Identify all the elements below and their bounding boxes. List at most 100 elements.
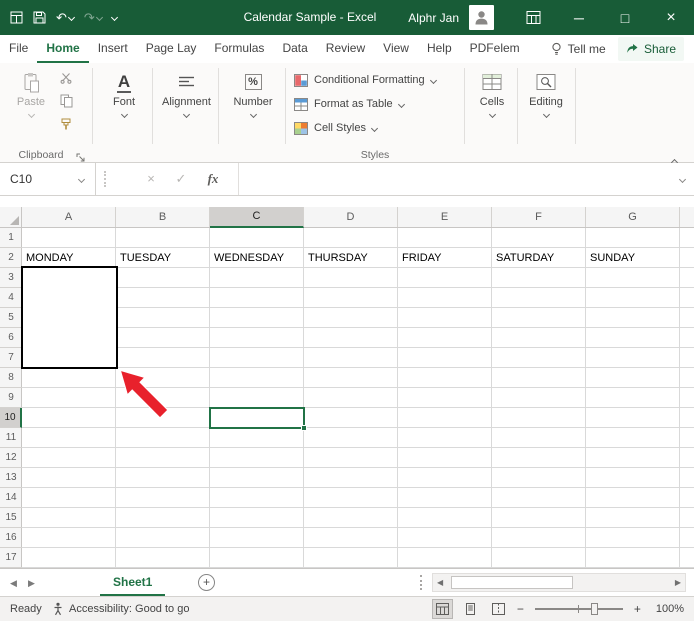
cancel-button[interactable]: × (142, 163, 160, 195)
row-header-7[interactable]: 7 (0, 348, 22, 368)
undo-dropdown-icon[interactable] (67, 13, 75, 22)
number-dropdown-icon[interactable] (249, 110, 257, 119)
row-header-8[interactable]: 8 (0, 368, 22, 388)
editing-group-button[interactable]: Editing (521, 68, 571, 119)
tab-data[interactable]: Data (273, 35, 316, 63)
column-header-e[interactable]: E (398, 207, 492, 227)
worksheet-cells[interactable]: MONDAY TUESDAY WEDNESDAY THURSDAY FRIDAY… (21, 228, 694, 568)
avatar[interactable] (469, 5, 494, 30)
active-cell-c10[interactable] (209, 407, 307, 431)
cell-c2-wednesday[interactable]: WEDNESDAY (210, 248, 284, 268)
alignment-group-button[interactable]: Alignment (156, 68, 217, 119)
format-painter-button[interactable] (56, 115, 76, 133)
row-header-4[interactable]: 4 (0, 288, 22, 308)
column-header-a[interactable]: A (22, 207, 116, 227)
scroll-right-icon[interactable]: ▶ (675, 578, 681, 587)
undo-button[interactable]: ↶ (56, 0, 75, 35)
cell-styles-button[interactable]: Cell Styles (294, 117, 379, 139)
add-sheet-button[interactable]: + (198, 574, 215, 591)
row-header-1[interactable]: 1 (0, 228, 22, 248)
conditional-formatting-dropdown-icon[interactable] (429, 76, 437, 84)
sheet-tab-sheet1[interactable]: Sheet1 (100, 570, 166, 596)
cell-a2-monday[interactable]: MONDAY (22, 248, 73, 268)
page-break-view-button[interactable] (489, 600, 508, 618)
cell-styles-dropdown-icon[interactable] (370, 124, 379, 132)
cell-g2-sunday[interactable]: SUNDAY (586, 248, 635, 268)
tab-page-layout[interactable]: Page Lay (137, 35, 206, 63)
save-button[interactable] (33, 11, 46, 24)
conditional-formatting-button[interactable]: Conditional Formatting (294, 69, 437, 91)
column-header-c[interactable]: C (210, 207, 304, 228)
close-button[interactable]: × (648, 0, 694, 35)
normal-view-button[interactable] (431, 599, 453, 619)
fill-handle[interactable] (301, 425, 307, 431)
font-dropdown-icon[interactable] (120, 110, 128, 119)
row-header-11[interactable]: 11 (0, 428, 22, 448)
account-name[interactable]: Alphr Jan (408, 11, 459, 25)
tell-me-box[interactable]: Tell me (551, 35, 606, 63)
column-header-g[interactable]: G (586, 207, 680, 227)
row-header-13[interactable]: 13 (0, 468, 22, 488)
zoom-out-button[interactable]: − (517, 597, 524, 621)
page-layout-view-button[interactable] (461, 600, 480, 618)
row-header-5[interactable]: 5 (0, 308, 22, 328)
accessibility-status[interactable]: Accessibility: Good to go (52, 597, 189, 621)
column-header-f[interactable]: F (492, 207, 586, 227)
row-header-17[interactable]: 17 (0, 548, 22, 568)
tab-help[interactable]: Help (418, 35, 461, 63)
paste-dropdown-icon[interactable] (27, 110, 35, 119)
paste-button[interactable]: Paste (8, 68, 54, 119)
font-group-button[interactable]: A Font (97, 68, 151, 119)
number-group-button[interactable]: % Number (223, 68, 283, 119)
redo-dropdown-icon[interactable] (95, 13, 103, 22)
row-header-10[interactable]: 10 (0, 408, 22, 428)
bordered-range-a3-a7[interactable] (21, 266, 118, 369)
minimize-button[interactable]: ─ (556, 0, 602, 35)
row-header-14[interactable]: 14 (0, 488, 22, 508)
column-header-b[interactable]: B (116, 207, 210, 227)
tab-formulas[interactable]: Formulas (205, 35, 273, 63)
share-button[interactable]: Share (617, 37, 684, 61)
format-as-table-dropdown-icon[interactable] (397, 100, 405, 108)
row-header-16[interactable]: 16 (0, 528, 22, 548)
customize-qat-button[interactable] (110, 13, 118, 22)
tab-home[interactable]: Home (37, 35, 89, 63)
tab-insert[interactable]: Insert (89, 35, 137, 63)
sheet-nav-left-icon[interactable]: ◀ (10, 578, 17, 589)
tab-review[interactable]: Review (317, 35, 374, 63)
editing-dropdown-icon[interactable] (542, 110, 550, 119)
sheet-nav-right-icon[interactable]: ▶ (28, 578, 35, 589)
column-header-d[interactable]: D (304, 207, 398, 227)
cells-dropdown-icon[interactable] (488, 110, 496, 119)
row-header-12[interactable]: 12 (0, 448, 22, 468)
zoom-slider[interactable] (534, 603, 623, 615)
zoom-slider-thumb[interactable] (590, 603, 598, 615)
row-header-3[interactable]: 3 (0, 268, 22, 288)
redo-button[interactable]: ↷ (84, 0, 103, 35)
ribbon-display-options-button[interactable] (510, 0, 556, 35)
tab-pdfelement[interactable]: PDFelem (461, 35, 529, 63)
tab-view[interactable]: View (374, 35, 418, 63)
cell-f2-saturday[interactable]: SATURDAY (492, 248, 554, 268)
row-header-2[interactable]: 2 (0, 248, 22, 268)
app-grid-icon[interactable] (10, 11, 23, 24)
zoom-in-button[interactable]: + (634, 597, 641, 621)
select-all-button[interactable] (0, 207, 22, 228)
cell-d2-thursday[interactable]: THURSDAY (304, 248, 368, 268)
cells-group-button[interactable]: Cells (469, 68, 515, 119)
row-header-6[interactable]: 6 (0, 328, 22, 348)
format-as-table-button[interactable]: Format as Table (294, 93, 405, 115)
enter-button[interactable]: ✓ (172, 163, 190, 195)
scrollbar-thumb[interactable] (451, 576, 573, 589)
row-header-9[interactable]: 9 (0, 388, 22, 408)
cell-b2-tuesday[interactable]: TUESDAY (116, 248, 171, 268)
formula-input[interactable] (238, 163, 670, 195)
expand-formula-bar-icon[interactable] (678, 175, 687, 184)
maximize-button[interactable]: □ (602, 0, 648, 35)
cell-e2-friday[interactable]: FRIDAY (398, 248, 442, 268)
cut-button[interactable] (56, 69, 76, 87)
scroll-left-icon[interactable]: ◀ (437, 578, 443, 587)
zoom-level[interactable]: 100% (656, 603, 684, 615)
alignment-dropdown-icon[interactable] (182, 110, 191, 119)
row-header-15[interactable]: 15 (0, 508, 22, 528)
